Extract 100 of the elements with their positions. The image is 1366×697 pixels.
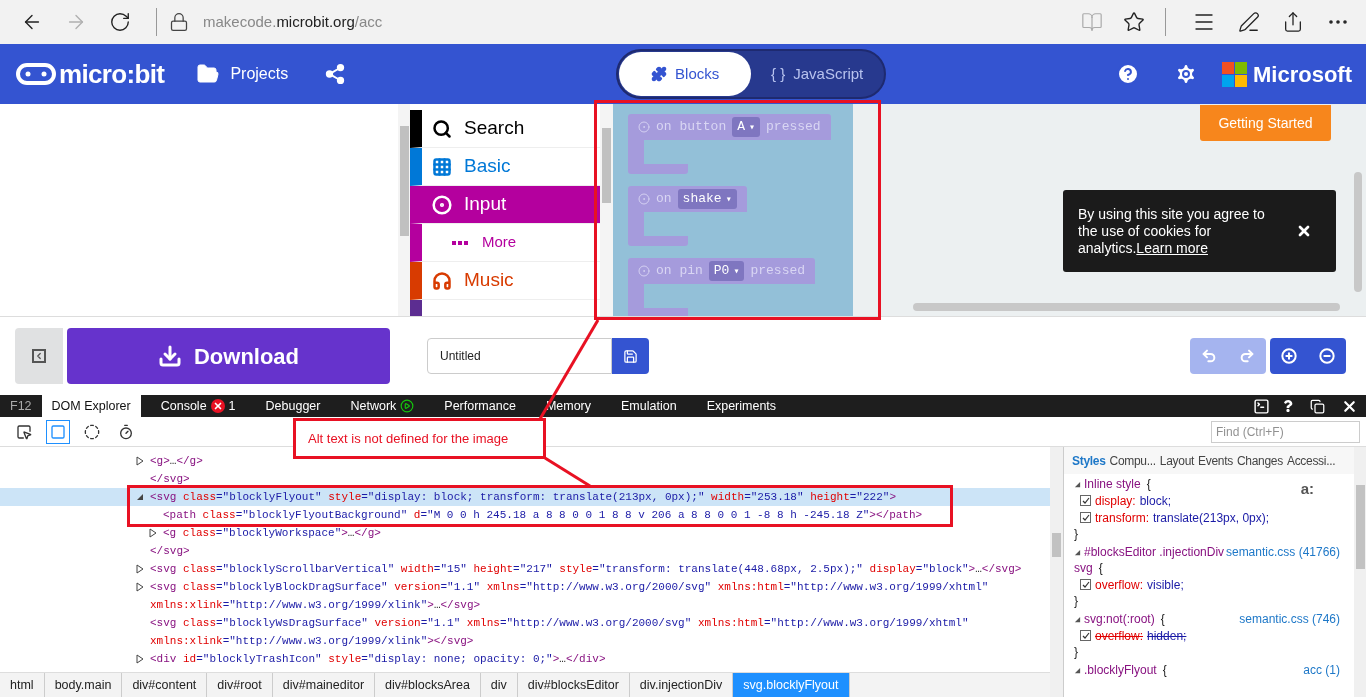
help-icon[interactable]	[1116, 62, 1140, 86]
toolbox-category[interactable]: More	[410, 224, 600, 262]
devtools-tab[interactable]: Experiments	[696, 395, 787, 417]
styles-tab[interactable]: Layout	[1159, 451, 1195, 470]
collapse-triangle-icon[interactable]	[1074, 480, 1081, 488]
expand-triangle-icon[interactable]	[149, 528, 157, 538]
mode-tab[interactable]: { } JavaScript	[751, 52, 884, 96]
devtools-tab[interactable]: Performance	[434, 395, 526, 417]
lock-icon	[169, 12, 189, 32]
dropdown-field[interactable]: shake ▾	[677, 189, 737, 209]
breadcrumb-item[interactable]: div#maineditor	[272, 673, 376, 697]
horizontal-scrollbar[interactable]	[913, 303, 1340, 311]
breadcrumb-item[interactable]: body.main	[44, 673, 123, 697]
share-icon[interactable]	[1282, 11, 1304, 33]
property-checkbox[interactable]	[1080, 630, 1091, 641]
minus-icon	[1319, 348, 1335, 364]
collapse-triangle-icon[interactable]	[136, 493, 144, 501]
dom-row[interactable]: </svg>	[0, 542, 1050, 560]
dom-row[interactable]: xmlns:xlink="http://www.w3.org/1999/xlink">…</svg>	[0, 596, 1050, 614]
styles-tab[interactable]: Styles	[1072, 451, 1106, 470]
help-icon[interactable]	[1282, 400, 1294, 412]
close-icon[interactable]	[1296, 223, 1312, 239]
dom-row[interactable]: <g class="blocklyWorkspace">…</g>	[0, 524, 1050, 542]
dom-row[interactable]: <svg class="blocklyFlyout" style="display: block; transform: translate(213px, 0px);" width="253.18" height="222">	[0, 488, 1050, 506]
toolbox-scrollbar[interactable]	[398, 104, 410, 316]
favorite-star-icon[interactable]	[1123, 11, 1145, 33]
styles-tab[interactable]: Changes	[1237, 451, 1283, 470]
devtools-tab[interactable]: Emulation	[611, 395, 687, 417]
styles-tab[interactable]: Compu...	[1109, 451, 1156, 470]
event-block[interactable]: on button A ▾ pressed	[628, 114, 853, 174]
dom-row[interactable]: </svg>	[0, 470, 1050, 488]
rule-selector: svg	[1074, 560, 1093, 577]
collapse-simulator-button[interactable]	[15, 328, 63, 384]
dom-scrollbar[interactable]	[1050, 447, 1063, 697]
stylesheet-link[interactable]: semantic.css (41766)	[1225, 543, 1340, 561]
expand-triangle-icon[interactable]	[136, 654, 144, 664]
flyout-scrollbar[interactable]	[600, 104, 613, 316]
toolbox-category[interactable]: Input	[410, 186, 600, 224]
restore-window-icon[interactable]	[1310, 398, 1325, 414]
styles-tab[interactable]: Accessi...	[1286, 451, 1336, 470]
devtools-tab[interactable]: Memory	[535, 395, 602, 417]
devtools-tab[interactable]: Network	[340, 395, 425, 417]
breadcrumb-item[interactable]: html	[0, 673, 45, 697]
expand-triangle-icon[interactable]	[136, 564, 144, 574]
project-name-field[interactable]: Untitled	[427, 338, 612, 374]
breadcrumb-item[interactable]: div#blocksEditor	[517, 673, 630, 697]
event-block[interactable]: on shake ▾	[628, 186, 853, 246]
breadcrumb-item[interactable]: div	[480, 673, 518, 697]
dropdown-field[interactable]: P0 ▾	[708, 261, 745, 281]
styles-tab[interactable]: Events	[1198, 451, 1233, 470]
download-button[interactable]: Download	[67, 328, 390, 384]
dom-row[interactable]: <path class="blocklyFlyoutBackground" d="M 0 0 h 245.18 a 8 8 0 0 1 8 8 v 206 a 8 8 0 0 1 -8 8 h -245.18 Z"></path>	[0, 506, 1050, 524]
pen-icon[interactable]	[1238, 11, 1260, 33]
dropdown-field[interactable]: A ▾	[732, 117, 761, 137]
devtools-tab[interactable]: Console 1	[150, 395, 246, 417]
dom-row[interactable]: <svg class="blocklyScrollbarVertical" width="15" height="217" style="transform: translate(448.68px, 2.5px);" display="block">…</svg>	[0, 560, 1050, 578]
font-toggle[interactable]: a:	[1300, 478, 1314, 501]
toolbox-category[interactable]: Search	[410, 110, 600, 148]
collapse-triangle-icon[interactable]	[1074, 666, 1081, 674]
share-icon[interactable]	[324, 63, 347, 85]
highlight-icon	[50, 423, 66, 440]
block-label: on button	[656, 118, 727, 137]
property-checkbox[interactable]	[1080, 579, 1091, 590]
target-icon	[638, 121, 650, 133]
breadcrumb-item[interactable]: div#root	[207, 673, 273, 697]
vertical-scrollbar[interactable]	[1354, 172, 1362, 292]
dom-row[interactable]: <div id="blocklyTrashIcon" style="display: none; opacity: 0;">…</div>	[0, 650, 1050, 668]
select-icon	[16, 423, 32, 440]
highlight-tool-button[interactable]	[46, 419, 70, 444]
expand-triangle-icon[interactable]	[136, 582, 144, 592]
breadcrumb-item[interactable]: div#content	[122, 673, 208, 697]
find-field[interactable]: Find (Ctrl+F)	[1211, 420, 1360, 443]
collapse-triangle-icon[interactable]	[1074, 548, 1081, 556]
stylesheet-link[interactable]: acc (1)	[1303, 661, 1340, 679]
block-label: on pin	[656, 262, 703, 281]
projects-button[interactable]: Projects	[196, 62, 289, 86]
mode-tab[interactable]: Blocks	[619, 52, 752, 96]
styles-scrollbar[interactable]	[1354, 447, 1366, 697]
address-field[interactable]: makecode.microbit.org/acc	[203, 10, 703, 34]
collapse-triangle-icon[interactable]	[1074, 615, 1081, 623]
toolbox-category[interactable]: Music	[410, 262, 600, 300]
dom-row[interactable]: xmlns:xlink="http://www.w3.org/1999/xlink"></svg>	[0, 632, 1050, 650]
dom-row[interactable]: <svg class="blocklyWsDragSurface" version="1.1" xmlns="http://www.w3.org/2000/svg" xmlns:html="http://www.w3.org/1999/xhtml"	[0, 614, 1050, 632]
toolbox-category[interactable]: Basic	[410, 148, 600, 186]
dom-row[interactable]: <svg class="blocklyBlockDragSurface" version="1.1" xmlns="http://www.w3.org/2000/svg" xmlns:html="http://www.w3.org/1999/xhtml"	[0, 578, 1050, 596]
property-checkbox[interactable]	[1080, 512, 1091, 523]
plus-icon	[1281, 348, 1297, 364]
learn-more-link[interactable]: Learn more	[1136, 239, 1208, 256]
devtools-tab[interactable]: F12	[0, 395, 42, 417]
breadcrumb-item[interactable]: div#blocksArea	[375, 673, 481, 697]
braces-glyph: { }	[771, 63, 786, 84]
stylesheet-link[interactable]: semantic.css (746)	[1239, 610, 1340, 628]
expand-triangle-icon[interactable]	[136, 456, 144, 466]
devtools-tab[interactable]: Debugger	[255, 395, 331, 417]
property-checkbox[interactable]	[1080, 495, 1091, 506]
console-icon[interactable]	[1253, 397, 1270, 415]
event-block[interactable]: on pin P0 ▾ pressed	[628, 258, 853, 316]
devtools-tab[interactable]: DOM Explorer	[41, 395, 141, 417]
save-button[interactable]	[612, 338, 649, 374]
circle-icon	[84, 423, 100, 440]
